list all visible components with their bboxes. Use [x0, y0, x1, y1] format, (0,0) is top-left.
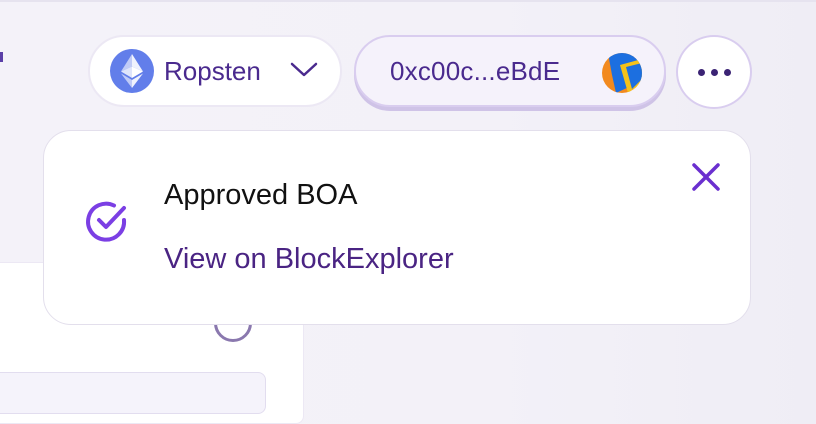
top-border	[0, 0, 816, 2]
view-on-explorer-link[interactable]: View on BlockExplorer	[164, 243, 454, 276]
edge-marker	[0, 52, 3, 62]
toast-title: Approved BOA	[164, 179, 358, 211]
background-input[interactable]	[0, 372, 266, 414]
account-button[interactable]: 0xc00c...eBdE	[354, 35, 666, 107]
transaction-toast: Approved BOA View on BlockExplorer	[43, 130, 751, 325]
more-options-button[interactable]	[676, 35, 752, 109]
chevron-down-icon	[290, 61, 318, 84]
account-address: 0xc00c...eBdE	[390, 55, 561, 86]
ethereum-icon	[110, 49, 154, 93]
check-circle-icon	[84, 198, 132, 251]
network-label: Ropsten	[164, 55, 261, 86]
jazzicon-avatar	[602, 53, 642, 93]
close-icon[interactable]	[690, 161, 722, 198]
network-selector[interactable]: Ropsten	[88, 35, 342, 107]
ellipsis-icon	[695, 68, 734, 76]
